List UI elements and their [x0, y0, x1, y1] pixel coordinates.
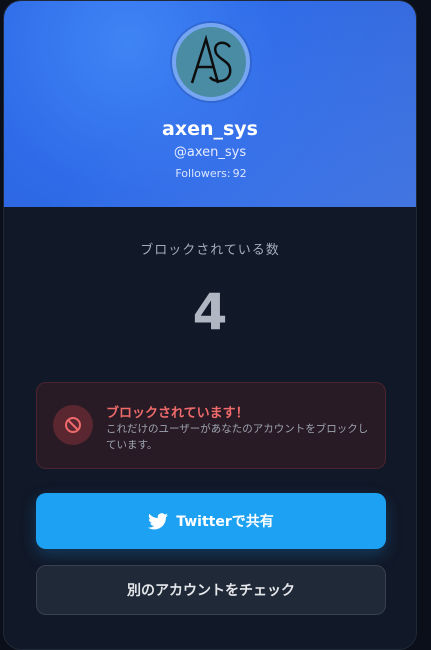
- profile-card: axen_sys @axen_sys Followers: 92 ブロックされてい…: [3, 0, 417, 650]
- avatar: [172, 23, 250, 101]
- alert-title: ブロックされています！: [106, 406, 249, 421]
- twitter-bird-icon: [148, 512, 169, 529]
- share-twitter-button[interactable]: Twitterで共有: [36, 493, 386, 549]
- followers-count: Followers: 92: [4, 167, 416, 180]
- profile-handle: @axen_sys: [173, 145, 247, 160]
- followers-value: 92: [232, 167, 247, 180]
- profile-header: axen_sys @axen_sys Followers: 92: [4, 1, 416, 207]
- block-icon: [53, 405, 93, 445]
- followers-label: Followers:: [175, 167, 231, 180]
- check-another-account-button[interactable]: 別のアカウントをチェック: [36, 565, 386, 615]
- avatar-monogram: [190, 34, 232, 84]
- share-button-label: Twitterで共有: [176, 514, 274, 530]
- blocked-count-label: ブロックされている数: [140, 243, 280, 258]
- profile-name: axen_sys: [162, 118, 258, 140]
- blocked-count-value: 4: [192, 283, 228, 341]
- alert-description: これだけのユーザーがあなたのアカウントをブロックしています。: [106, 423, 369, 451]
- check-button-label: 別のアカウントをチェック: [127, 583, 295, 599]
- blocked-alert: ブロックされています！ これだけのユーザーがあなたのアカウントをブロックしていま…: [36, 382, 386, 469]
